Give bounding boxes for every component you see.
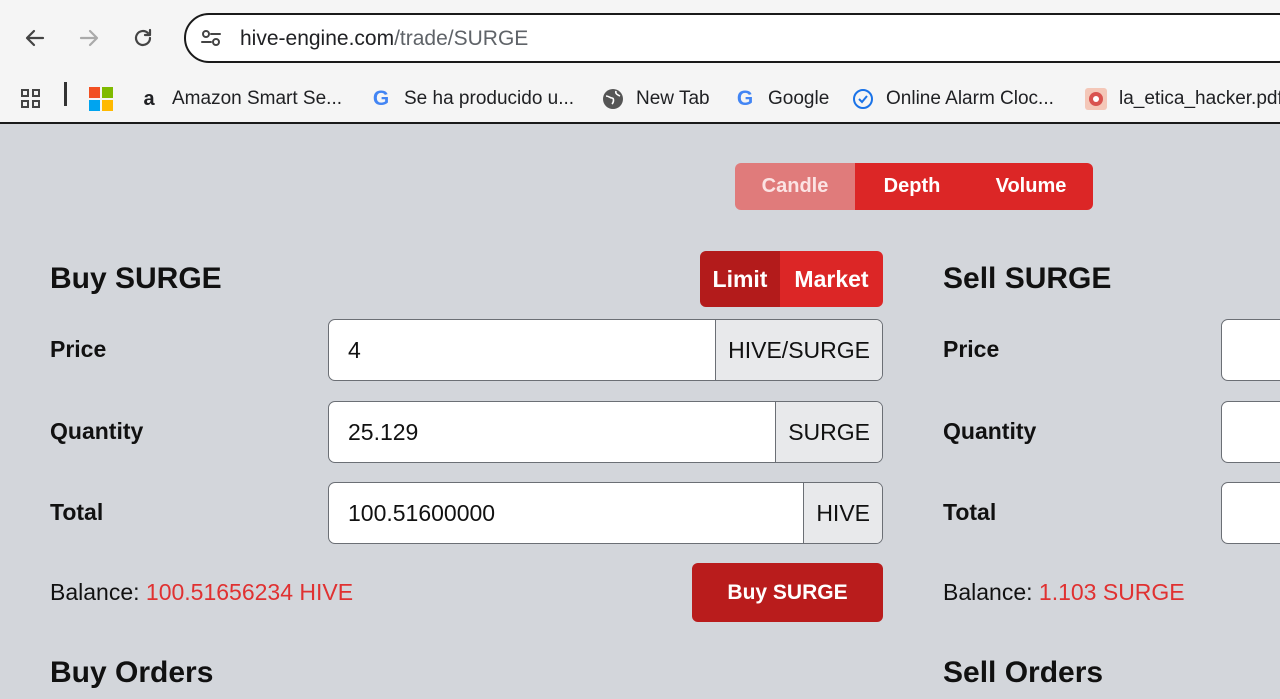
bookmark-label: Online Alarm Cloc...: [886, 88, 1054, 109]
buy-quantity-label: Quantity: [50, 418, 144, 444]
bookmark-new-tab[interactable]: New Tab: [602, 82, 710, 116]
globe-icon: [602, 88, 624, 110]
sell-price-input[interactable]: [1221, 319, 1280, 381]
forward-button[interactable]: [74, 22, 104, 54]
reload-button[interactable]: [128, 22, 158, 54]
buy-balance: Balance: 100.51656234 HIVE: [50, 579, 353, 606]
tab-depth[interactable]: Depth: [855, 163, 969, 210]
order-type-toggle: Limit Market: [700, 251, 883, 307]
site-settings-icon[interactable]: [200, 27, 222, 54]
buy-price-input[interactable]: 4: [329, 320, 715, 380]
amazon-icon: a: [143, 87, 155, 110]
back-button[interactable]: [20, 22, 50, 54]
microsoft-icon: [89, 87, 113, 111]
sell-total-input[interactable]: [1221, 482, 1280, 544]
buy-balance-value[interactable]: 100.51656234 HIVE: [146, 579, 353, 605]
buy-quantity-unit: SURGE: [775, 402, 882, 462]
buy-total-unit: HIVE: [803, 483, 882, 543]
url-host: hive-engine.com: [240, 27, 395, 50]
bookmark-label: New Tab: [636, 88, 710, 109]
bookmark-google[interactable]: G Google: [734, 82, 829, 116]
buy-total-field: 100.51600000 HIVE: [328, 482, 883, 544]
bookmarks-bar: a Amazon Smart Se... G Se ha producido u…: [0, 76, 1280, 124]
market-button[interactable]: Market: [780, 251, 883, 307]
url-path: /trade/SURGE: [394, 27, 529, 50]
address-bar[interactable]: hive-engine.com/trade/SURGE: [184, 13, 1280, 63]
google-icon: G: [372, 87, 390, 110]
back-arrow-icon: [25, 29, 45, 47]
sell-total-label: Total: [943, 499, 997, 525]
url-text: hive-engine.com/trade/SURGE: [240, 27, 528, 51]
bookmark-amazon[interactable]: a Amazon Smart Se...: [138, 82, 342, 116]
sell-quantity-label: Quantity: [943, 418, 1037, 444]
bookmark-label: Google: [768, 88, 830, 109]
reload-icon: [134, 28, 152, 47]
sell-quantity-input[interactable]: [1221, 401, 1280, 463]
bookmark-label: la_etica_hacker.pdf: [1119, 88, 1280, 109]
buy-submit-button[interactable]: Buy SURGE: [692, 563, 883, 622]
buy-price-label: Price: [50, 336, 107, 362]
forward-arrow-icon: [79, 29, 99, 47]
bookmark-pdf[interactable]: la_etica_hacker.pdf: [1085, 82, 1280, 116]
microsoft-bookmark[interactable]: [89, 82, 113, 116]
browser-toolbar: hive-engine.com/trade/SURGE: [0, 0, 1280, 76]
buy-heading: Buy SURGE: [50, 262, 222, 295]
buy-price-unit: HIVE/SURGE: [715, 320, 882, 380]
sell-balance-value[interactable]: 1.103 SURGE: [1039, 579, 1185, 605]
tab-volume[interactable]: Volume: [969, 163, 1093, 210]
buy-total-input[interactable]: 100.51600000: [329, 483, 803, 543]
apps-grid-icon: [21, 89, 40, 108]
sell-balance-label: Balance:: [943, 579, 1033, 605]
limit-button[interactable]: Limit: [700, 251, 780, 307]
buy-price-field: 4 HIVE/SURGE: [328, 319, 883, 381]
buy-quantity-field: 25.129 SURGE: [328, 401, 883, 463]
trade-page: Candle Depth Volume Buy SURGE Limit Mark…: [2, 126, 1280, 699]
sell-price-label: Price: [943, 336, 1000, 362]
sell-orders-heading: Sell Orders: [943, 656, 1104, 689]
buy-balance-label: Balance:: [50, 579, 140, 605]
bookmark-label: Se ha producido u...: [404, 88, 575, 109]
bookmark-alarm-clock[interactable]: Online Alarm Cloc...: [852, 82, 1054, 116]
pdf-icon: [1085, 88, 1107, 110]
buy-orders-heading: Buy Orders: [50, 656, 214, 689]
buy-total-label: Total: [50, 499, 104, 525]
google-icon: G: [736, 87, 754, 110]
sell-balance: Balance: 1.103 SURGE: [943, 579, 1185, 606]
bookmark-label: Amazon Smart Se...: [172, 88, 343, 109]
chart-type-tabs: Candle Depth Volume: [735, 163, 1093, 210]
apps-button[interactable]: [20, 82, 42, 116]
tab-candle[interactable]: Candle: [735, 163, 855, 210]
bookmarks-separator: [64, 82, 67, 106]
bookmark-google-error[interactable]: G Se ha producido u...: [370, 82, 574, 116]
buy-quantity-input[interactable]: 25.129: [329, 402, 775, 462]
alarm-clock-icon: [852, 88, 874, 110]
sell-heading: Sell SURGE: [943, 262, 1112, 295]
